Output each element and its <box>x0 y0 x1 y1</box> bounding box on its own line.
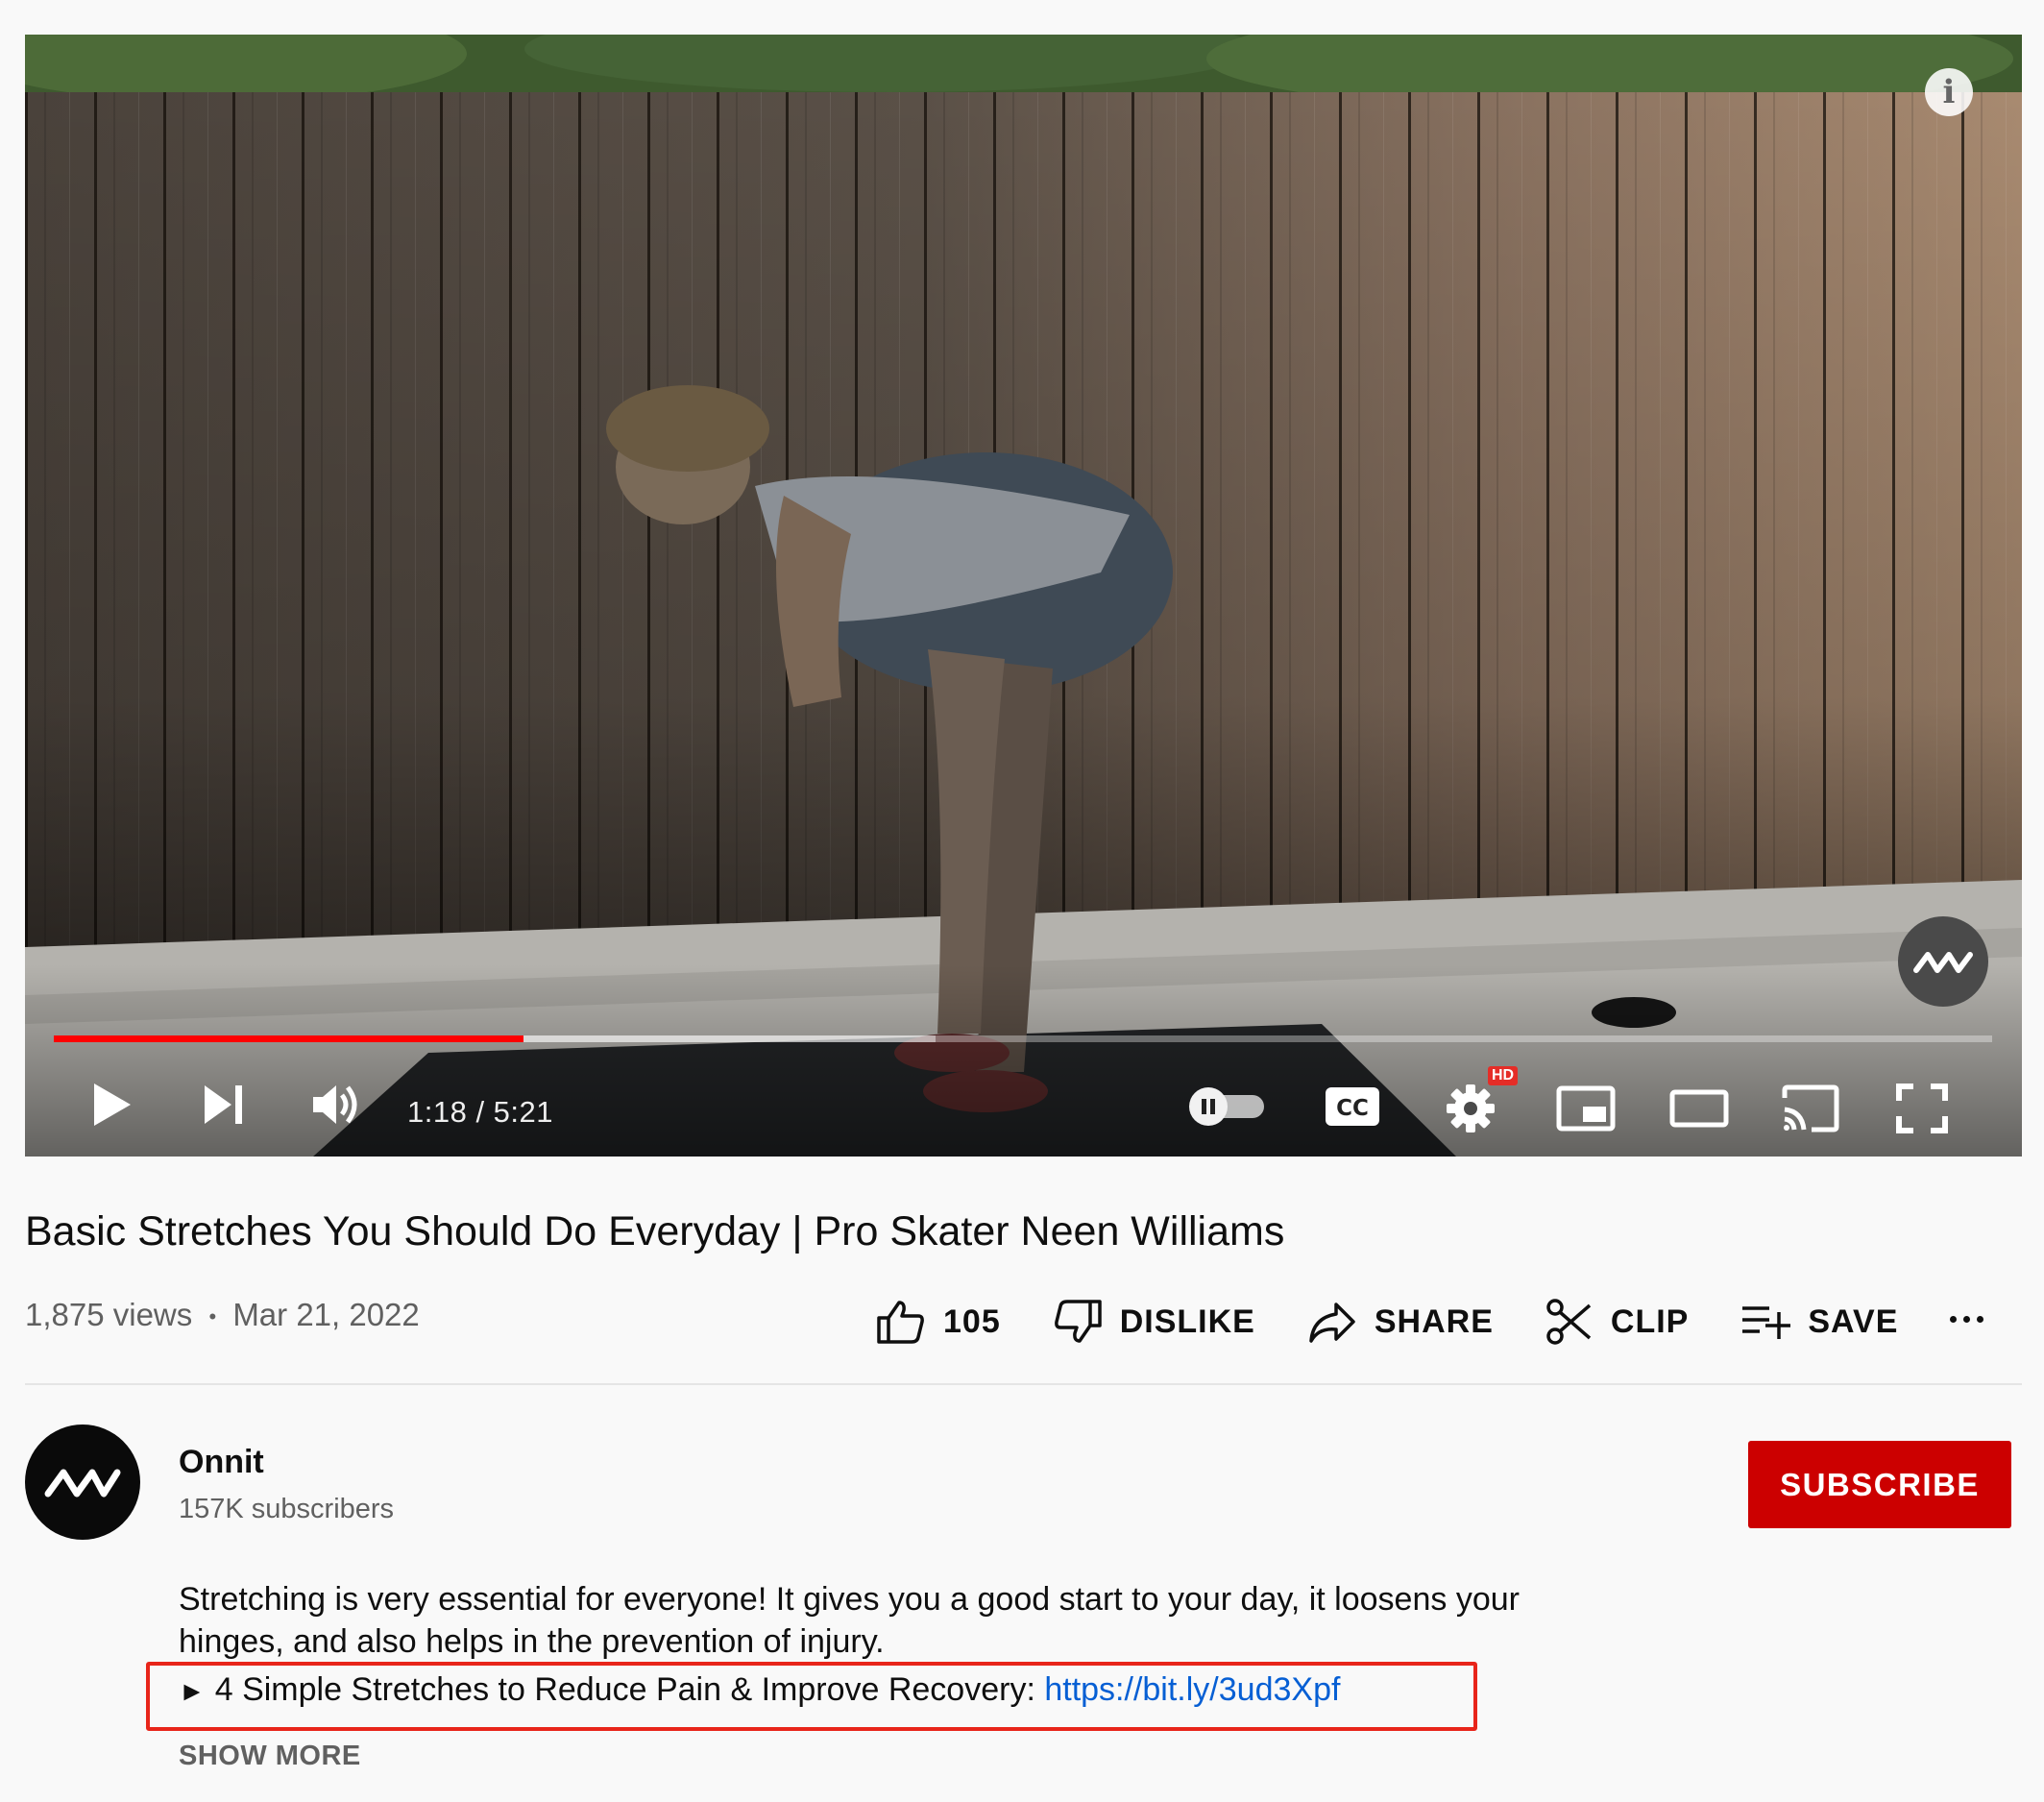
info-button[interactable]: i <box>1925 68 1973 116</box>
theater-mode-button[interactable] <box>1667 1085 1731 1132</box>
share-label: SHARE <box>1374 1303 1494 1340</box>
cast-button[interactable] <box>1779 1082 1842 1135</box>
autoplay-toggle-icon <box>1189 1087 1264 1126</box>
more-dot-icon <box>1963 1316 1970 1323</box>
save-label: SAVE <box>1808 1303 1899 1340</box>
view-count: 1,875 views <box>25 1297 193 1332</box>
miniplayer-icon <box>1556 1085 1616 1132</box>
action-bar: 105 DISLIKE SHARE CLIP SAVE <box>876 1295 1950 1349</box>
subscriber-count: 157K subscribers <box>179 1494 395 1524</box>
miniplayer-button[interactable] <box>1554 1084 1618 1133</box>
playlist-add-icon <box>1742 1306 1791 1339</box>
theater-mode-icon <box>1669 1089 1729 1128</box>
settings-button[interactable] <box>1443 1082 1498 1135</box>
fullscreen-icon <box>1896 1084 1948 1133</box>
more-actions-button[interactable] <box>1950 1316 1990 1323</box>
video-player[interactable]: i 1:18 / 5:21 CC HD <box>25 35 2022 1157</box>
upload-date: Mar 21, 2022 <box>232 1297 420 1332</box>
like-button[interactable]: 105 <box>876 1299 1001 1345</box>
onnit-logo-icon <box>1913 952 1973 973</box>
cast-icon <box>1782 1084 1839 1132</box>
share-arrow-icon <box>1309 1303 1355 1343</box>
subscribe-button[interactable]: SUBSCRIBE <box>1748 1441 2011 1528</box>
show-more-button[interactable]: SHOW MORE <box>179 1741 361 1772</box>
video-title: Basic Stretches You Should Do Everyday |… <box>25 1208 1285 1254</box>
thumbs-up-icon <box>877 1301 924 1344</box>
channel-watermark[interactable] <box>1898 916 1988 1007</box>
share-button[interactable]: SHARE <box>1307 1299 1494 1345</box>
mute-button[interactable] <box>307 1078 365 1132</box>
hd-badge: HD <box>1488 1066 1519 1085</box>
description-line-1: Stretching is very essential for everyon… <box>179 1581 1520 1618</box>
gear-icon <box>1447 1084 1495 1132</box>
channel-name[interactable]: Onnit <box>179 1444 264 1481</box>
more-dot-icon <box>1950 1316 1957 1323</box>
play-button[interactable] <box>85 1078 138 1132</box>
time-display: 1:18 / 5:21 <box>407 1095 554 1129</box>
captions-button[interactable]: CC <box>1322 1084 1383 1130</box>
svg-text:CC: CC <box>1336 1096 1369 1121</box>
description-line-2: hinges, and also helps in the prevention… <box>179 1623 885 1660</box>
more-dot-icon <box>1977 1316 1983 1323</box>
dislike-label: DISLIKE <box>1119 1303 1255 1340</box>
skip-next-icon <box>205 1085 242 1124</box>
clip-label: CLIP <box>1610 1303 1690 1340</box>
volume-icon <box>313 1085 357 1124</box>
fullscreen-button[interactable] <box>1894 1082 1950 1135</box>
thumbs-down-icon <box>1054 1300 1102 1343</box>
highlight-annotation-box <box>146 1662 1477 1731</box>
autoplay-toggle[interactable] <box>1187 1085 1268 1128</box>
save-button[interactable]: SAVE <box>1740 1303 1898 1341</box>
channel-avatar[interactable] <box>25 1425 140 1540</box>
info-icon: i <box>1942 73 1956 111</box>
meta-separator: • <box>208 1304 217 1329</box>
clip-button[interactable]: CLIP <box>1545 1298 1689 1346</box>
closed-captions-icon: CC <box>1326 1087 1379 1126</box>
scissors-icon <box>1546 1299 1592 1345</box>
video-meta: 1,875 views • Mar 21, 2022 <box>25 1297 420 1333</box>
divider <box>25 1383 2022 1385</box>
play-icon <box>94 1084 131 1126</box>
onnit-logo-icon <box>44 1469 121 1498</box>
like-count: 105 <box>943 1303 1001 1340</box>
next-button[interactable] <box>196 1078 250 1132</box>
dislike-button[interactable]: DISLIKE <box>1053 1299 1255 1345</box>
progress-played <box>54 1035 524 1042</box>
progress-bar[interactable] <box>54 1035 1992 1042</box>
